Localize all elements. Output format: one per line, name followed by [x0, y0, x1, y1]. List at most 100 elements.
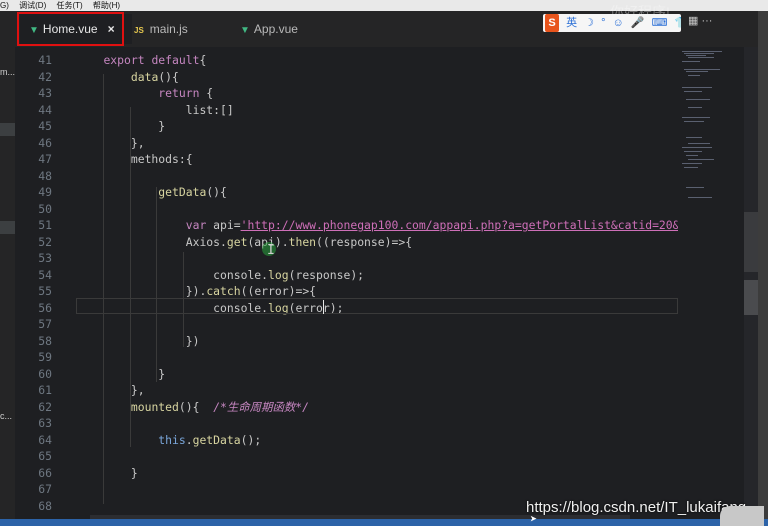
line-number: 62 — [38, 399, 52, 414]
code-text: }, — [76, 383, 145, 397]
line-number: 68 — [38, 498, 52, 513]
code-line[interactable]: 52 Axios.get(api).then((response)=>{ — [15, 234, 678, 251]
red-highlight-box — [17, 12, 124, 46]
minimap[interactable] — [678, 47, 744, 519]
line-number: 50 — [38, 201, 52, 216]
more-actions-icon[interactable]: ··· — [701, 15, 712, 27]
ime-toolbar[interactable]: S 英 ☽ ° ☺ 🎤 ⌨ 👕 ⚙ — [543, 14, 681, 32]
ibeam-cursor-icon: I — [267, 243, 275, 258]
window-edge — [758, 11, 768, 526]
code-line[interactable]: 42 data(){ — [15, 69, 678, 86]
code-line[interactable]: 64 this.getData(); — [15, 432, 678, 449]
code-text: }).catch((error)=>{ — [76, 284, 317, 298]
code-line[interactable]: 67 — [15, 481, 678, 498]
vue-icon: ▼ — [240, 25, 250, 36]
code-line[interactable]: 59 — [15, 349, 678, 366]
emoji-icon[interactable]: ☺ — [613, 14, 624, 32]
ime-lang-toggle[interactable]: 英 — [566, 14, 577, 32]
code-text: list:[] — [76, 102, 234, 117]
menu-item-g[interactable]: G) — [0, 1, 9, 10]
code-line[interactable]: 47 methods:{ — [15, 151, 678, 168]
minimap-line — [684, 167, 698, 168]
code-line[interactable]: 46 }, — [15, 135, 678, 152]
line-number: 42 — [38, 69, 52, 84]
tab-app-vue[interactable]: ▼ App.vue — [238, 14, 340, 44]
code-line[interactable]: 58 }) — [15, 333, 678, 350]
minimap-line — [686, 137, 702, 138]
line-number: 59 — [38, 350, 52, 364]
line-number: 63 — [38, 416, 52, 430]
sogou-logo-icon: S — [545, 14, 559, 32]
code-line[interactable]: 43 return { — [15, 85, 678, 102]
line-number: 60 — [38, 366, 52, 381]
code-text: data(){ — [130, 69, 179, 84]
code-line[interactable]: 50 — [15, 201, 678, 218]
minimap-line — [688, 143, 710, 144]
menu-item-tasks[interactable]: 任务(T) — [56, 1, 82, 10]
minimap-line — [682, 87, 712, 88]
status-bar — [0, 519, 768, 526]
minimap-line — [684, 121, 704, 122]
code-line[interactable]: 61 }, — [15, 382, 678, 399]
code-line[interactable]: 65 — [15, 448, 678, 465]
line-number: 53 — [38, 251, 52, 265]
line-number: 58 — [38, 333, 52, 348]
minimap-line — [688, 159, 714, 160]
menu-item-debug[interactable]: 调试(D) — [19, 1, 46, 10]
keyboard-icon[interactable]: ⌨ — [652, 14, 668, 32]
skin-icon[interactable]: 👕 — [675, 14, 681, 32]
menu-item-help[interactable]: 帮助(H) — [93, 1, 120, 10]
moon-icon[interactable]: ☽ — [584, 14, 594, 32]
minimap-line — [684, 69, 720, 70]
code-line[interactable]: 66 } — [15, 465, 678, 482]
code-line[interactable]: 41 export default{ — [15, 52, 678, 69]
code-line[interactable]: 62 mounted(){ /*生命周期函数*/ — [15, 399, 678, 416]
minimap-line — [682, 117, 710, 118]
code-text: var api='http://www.phonegap100.com/appa… — [185, 218, 678, 232]
line-number: 52 — [38, 234, 52, 249]
sidebar-selected-item[interactable] — [0, 123, 15, 136]
code-text: Axios.get(api).then((response)=>{ — [76, 234, 413, 249]
sidebar-item[interactable] — [0, 221, 15, 234]
tab-label: main.js — [149, 22, 188, 36]
indent-guide — [130, 107, 131, 447]
minimap-line — [688, 75, 700, 76]
minimap-line — [688, 57, 714, 58]
code-line[interactable]: 57 — [15, 316, 678, 333]
code-line[interactable]: 53 — [15, 250, 678, 267]
code-line[interactable]: 48 — [15, 168, 678, 185]
split-editor-icon[interactable]: ▦ — [688, 15, 698, 27]
code-line[interactable]: 44 list:[] — [15, 102, 678, 119]
code-text: } — [76, 119, 166, 133]
explorer-sidebar: m... c... — [0, 11, 15, 526]
scrollbar-marker — [744, 280, 758, 315]
code-line[interactable]: 54 console.log(response); — [15, 267, 678, 284]
text-cursor — [323, 300, 324, 314]
sidebar-fragment[interactable]: c... — [0, 411, 12, 421]
sidebar-fragment[interactable]: m... — [0, 67, 15, 77]
code-line[interactable]: 49 getData(){ — [15, 184, 678, 201]
line-number: 46 — [38, 135, 52, 150]
code-line[interactable]: 51 var api='http://www.phonegap100.com/a… — [15, 217, 678, 234]
line-number: 55 — [38, 284, 52, 298]
video-control[interactable] — [720, 506, 764, 526]
code-line[interactable]: 45 } — [15, 118, 678, 135]
minimap-line — [682, 163, 702, 164]
line-number: 61 — [38, 383, 52, 397]
microphone-icon[interactable]: 🎤 — [631, 14, 645, 32]
code-text: return { — [158, 86, 214, 100]
code-line[interactable]: 63 — [15, 415, 678, 432]
code-text: getData(){ — [158, 185, 227, 199]
code-editor[interactable]: 41 export default{42 data(){43 return {4… — [15, 47, 678, 519]
punctuation-icon[interactable]: ° — [601, 14, 605, 32]
minimap-line — [686, 187, 704, 188]
code-text: }, — [76, 135, 145, 150]
code-text: mounted(){ /*生命周期函数*/ — [130, 399, 309, 414]
tab-main-js[interactable]: JS main.js — [132, 14, 234, 44]
scrollbar-thumb[interactable] — [744, 212, 758, 272]
line-number: 64 — [38, 432, 52, 447]
minimap-line — [682, 61, 700, 62]
minimap-line — [688, 197, 712, 198]
code-line[interactable]: 60 } — [15, 366, 678, 383]
editor-actions[interactable]: ▦ ··· — [688, 14, 712, 27]
